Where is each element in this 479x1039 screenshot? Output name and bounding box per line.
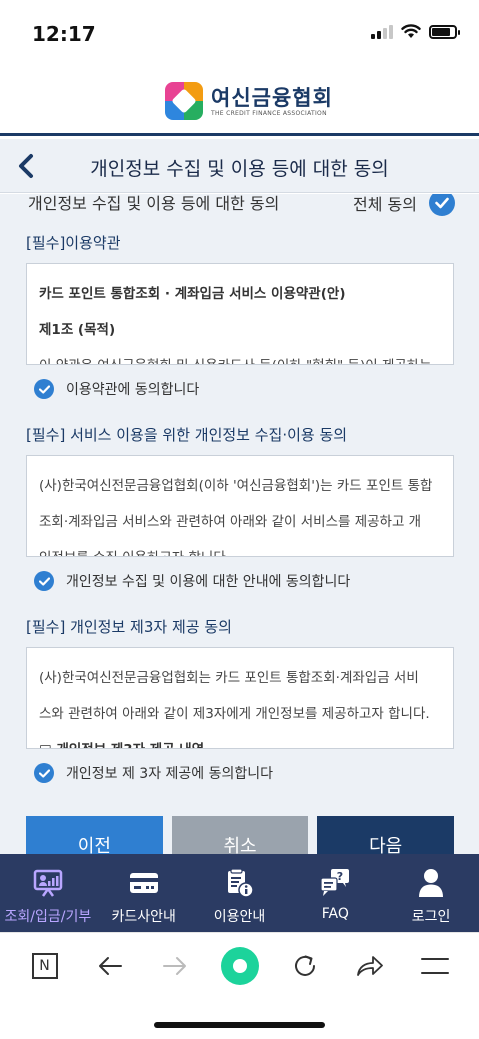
terms-line: (사)한국여신전문금융업협회(이하 '여신금융협회')는 카드 포인트 통합 [39, 478, 433, 494]
section-title: [필수] 서비스 이용을 위한 개인정보 수집·이용 동의 [26, 426, 348, 444]
checkmark-icon [435, 197, 449, 209]
card-icon [129, 873, 158, 893]
nav-label: 조회/입금/기부 [4, 909, 92, 925]
terms-line: 카드 포인트 통합조회 · 계좌입금 서비스 이용약관(안) [39, 286, 346, 302]
arrow-right-icon [162, 956, 186, 975]
all-agree-heading: 개인정보 수집 및 이용 등에 대한 동의 [28, 194, 280, 213]
terms-box[interactable]: 카드 포인트 통합조회 · 계좌입금 서비스 이용약관(안) 제1조 (목적) … [26, 263, 454, 365]
consent-content[interactable]: 개인정보 수집 및 이용 등에 대한 동의 전체 동의 [필수]이용약관 카드 … [0, 194, 479, 854]
menu-button[interactable] [414, 945, 456, 987]
chat-question-icon: ? [320, 869, 350, 896]
browser-back-button[interactable] [89, 945, 131, 987]
reload-icon [294, 955, 315, 976]
section-title: [필수]이용약관 [26, 234, 121, 252]
cancel-button[interactable]: 취소 [171, 816, 309, 854]
nav-item-login[interactable]: 로그인 [383, 854, 479, 932]
site-header: 여신금융협회 THE CREDIT FINANCE ASSOCIATION [0, 66, 479, 136]
nav-item-faq[interactable]: ? FAQ [287, 854, 383, 932]
terms-line: 제1조 (목적) [39, 322, 116, 338]
checkmark-icon [38, 384, 50, 394]
terms-section: [필수]이용약관 카드 포인트 통합조회 · 계좌입금 서비스 이용약관(안) … [26, 232, 454, 399]
svg-text:?: ? [337, 870, 343, 883]
hamburger-menu-icon [420, 957, 449, 974]
association-logo[interactable]: 여신금융협회 THE CREDIT FINANCE ASSOCIATION [165, 82, 333, 120]
status-time: 12:17 [32, 22, 96, 46]
terms-agree-checkbox[interactable] [34, 379, 54, 399]
all-agree-text: 전체 동의 [353, 195, 417, 214]
section-title: [필수] 개인정보 제3자 제공 동의 [26, 618, 232, 636]
page-title: 개인정보 수집 및 이용 등에 대한 동의 [90, 158, 389, 180]
terms-box[interactable]: (사)한국여신전문금융업협회(이하 '여신금융협회')는 카드 포인트 통합 조… [26, 455, 454, 557]
privacy-agree-checkbox[interactable] [34, 571, 54, 591]
logo-korean-text: 여신금융협회 [211, 85, 333, 110]
status-icons [371, 24, 460, 39]
logo-mark-icon [165, 82, 203, 120]
action-buttons: 이전 취소 다음 [26, 816, 455, 854]
third-party-agree-checkbox[interactable] [34, 763, 54, 783]
arrow-left-icon [98, 956, 122, 975]
terms-line: (사)한국여신전문금융업협회는 카드 포인트 통합조회·계좌입금 서비 [39, 670, 419, 686]
third-party-agree-row[interactable]: 개인정보 제 3자 제공에 동의합니다 [34, 763, 454, 783]
home-indicator[interactable] [154, 1022, 325, 1028]
naver-home-button[interactable]: N [24, 945, 66, 987]
browser-toolbar: N [0, 932, 479, 998]
battery-icon [429, 24, 460, 39]
presentation-icon [33, 869, 63, 897]
browser-forward-button[interactable] [154, 945, 196, 987]
checkmark-icon [38, 576, 50, 586]
share-arrow-icon [356, 955, 383, 976]
nav-item-card-info[interactable]: 카드사안내 [96, 854, 192, 932]
bottom-nav: 조회/입금/기부 카드사안내 이용안내 ? FAQ 로그인 [0, 854, 479, 932]
status-bar: 12:17 [0, 0, 479, 66]
document-info-icon [228, 868, 255, 898]
terms-box[interactable]: (사)한국여신전문금융업협회는 카드 포인트 통합조회·계좌입금 서비 스와 관… [26, 647, 454, 749]
terms-line: 조회·계좌입금 서비스와 관련하여 아래와 같이 서비스를 제공하고 개 [39, 514, 422, 530]
green-dot-icon [220, 946, 259, 985]
third-party-agree-label[interactable]: 개인정보 제 3자 제공에 동의합니다 [66, 763, 273, 783]
checkmark-icon [38, 768, 50, 778]
privacy-agree-row[interactable]: 개인정보 수집 및 이용에 대한 안내에 동의합니다 [34, 571, 454, 591]
logo-english-text: THE CREDIT FINANCE ASSOCIATION [211, 109, 327, 117]
share-button[interactable] [349, 945, 391, 987]
wifi-icon [401, 24, 421, 38]
green-dot-button[interactable] [219, 945, 261, 987]
n-logo-icon: N [31, 952, 58, 979]
all-agree-toggle[interactable]: 전체 동의 [353, 194, 455, 216]
nav-label: 카드사안내 [111, 909, 176, 925]
terms-line: □ 개인정보 제3자 제공 내역 [39, 732, 441, 748]
nav-label: 이용안내 [213, 909, 266, 925]
nav-item-inquiry[interactable]: 조회/입금/기부 [0, 854, 96, 932]
cellular-signal-icon [371, 24, 393, 39]
all-agree-row: 개인정보 수집 및 이용 등에 대한 동의 전체 동의 [28, 194, 455, 216]
nav-label: FAQ [321, 906, 349, 922]
prev-button[interactable]: 이전 [26, 816, 163, 854]
terms-line: 이 약관은 여신금융협회 및 신용카드사 등(이하 "협회" 등)이 제공하는 [39, 348, 441, 364]
all-agree-checkbox[interactable] [429, 194, 455, 216]
page-title-bar: 개인정보 수집 및 이용 등에 대한 동의 [0, 139, 479, 193]
home-indicator-area [0, 998, 479, 1039]
terms-agree-row[interactable]: 이용약관에 동의합니다 [34, 379, 454, 399]
nav-item-usage-guide[interactable]: 이용안내 [192, 854, 288, 932]
privacy-agree-label[interactable]: 개인정보 수집 및 이용에 대한 안내에 동의합니다 [66, 571, 350, 591]
privacy-collection-section: [필수] 서비스 이용을 위한 개인정보 수집·이용 동의 (사)한국여신전문금… [26, 424, 454, 591]
terms-agree-label[interactable]: 이용약관에 동의합니다 [66, 379, 199, 399]
user-icon [419, 869, 444, 897]
terms-line: 스와 관련하여 아래와 같이 제3자에게 개인정보를 제공하고자 합니다. [39, 706, 430, 722]
next-button[interactable]: 다음 [317, 816, 455, 854]
terms-line: 인정보를 수집·이용하고자 합니다. [39, 540, 441, 556]
third-party-section: [필수] 개인정보 제3자 제공 동의 (사)한국여신전문금융업협회는 카드 포… [26, 616, 454, 783]
nav-label: 로그인 [411, 909, 451, 925]
reload-button[interactable] [284, 945, 326, 987]
